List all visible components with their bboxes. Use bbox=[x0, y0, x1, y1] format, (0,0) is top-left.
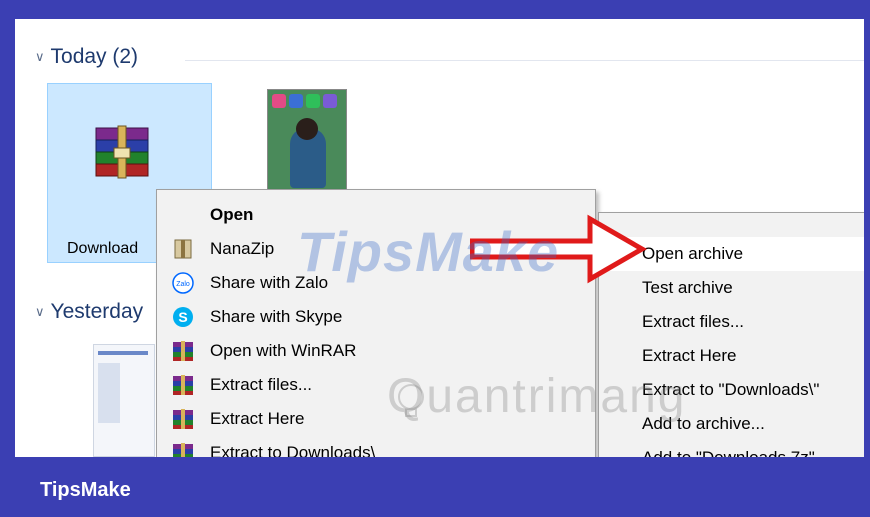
submenu-item-add-to-archive[interactable]: Add to archive... bbox=[599, 407, 864, 441]
group-label: Yesterday bbox=[50, 300, 144, 323]
menu-item-label: Open with WinRAR bbox=[210, 341, 357, 360]
winrar-icon bbox=[173, 375, 193, 395]
app-icon bbox=[323, 94, 337, 108]
menu-item-label: NanaZip bbox=[210, 239, 275, 258]
submenu-item-label: Extract Here bbox=[642, 346, 737, 365]
group-header-today[interactable]: ∨ Today (2) bbox=[35, 45, 138, 69]
submenu-item-extract-files[interactable]: Extract files... bbox=[599, 305, 864, 339]
thumb-panel bbox=[98, 363, 120, 423]
app-icon bbox=[306, 94, 320, 108]
winrar-icon bbox=[173, 341, 193, 361]
menu-item-extract-files[interactable]: Extract files... bbox=[157, 368, 595, 402]
footer-bar: TipsMake bbox=[0, 457, 870, 517]
zalo-icon: Zalo bbox=[172, 272, 194, 294]
nanazip-icon bbox=[174, 239, 192, 259]
menu-item-open-with-winrar[interactable]: Open with WinRAR bbox=[157, 334, 595, 368]
svg-text:Zalo: Zalo bbox=[176, 281, 190, 288]
submenu-item-label: Add to archive... bbox=[642, 414, 765, 433]
menu-item-label: Extract Here bbox=[210, 409, 305, 428]
thumb-bar bbox=[98, 351, 148, 355]
screenshot-thumbnail[interactable] bbox=[93, 344, 155, 457]
app-icon bbox=[289, 94, 303, 108]
winrar-archive-icon bbox=[95, 125, 149, 179]
submenu-item-label: Test archive bbox=[642, 278, 733, 297]
submenu-item-extract-here[interactable]: Extract Here bbox=[599, 339, 864, 373]
submenu-item-extract-to-downloads[interactable]: Extract to "Downloads\" bbox=[599, 373, 864, 407]
app-icon bbox=[272, 94, 286, 108]
submenu-item-label: Extract to "Downloads\" bbox=[642, 380, 820, 399]
menu-item-extract-to-downloads[interactable]: Extract to Downloads\ bbox=[157, 436, 595, 457]
group-label: Today (2) bbox=[50, 45, 139, 68]
app-icons-strip bbox=[270, 92, 346, 112]
submenu-item-label: Extract files... bbox=[642, 312, 745, 331]
svg-text:S: S bbox=[178, 309, 187, 325]
chevron-down-icon[interactable]: ∨ bbox=[35, 304, 45, 320]
winrar-icon bbox=[173, 443, 193, 457]
submenu-item-label: Open archive bbox=[642, 244, 744, 263]
group-header-yesterday[interactable]: ∨ Yesterday bbox=[35, 300, 143, 324]
menu-item-label: Share with Zalo bbox=[210, 273, 329, 292]
red-arrow-icon bbox=[470, 214, 648, 284]
menu-item-label: Share with Skype bbox=[210, 307, 343, 326]
group-divider bbox=[185, 60, 864, 61]
winrar-icon bbox=[173, 409, 193, 429]
image-thumbnail[interactable] bbox=[267, 89, 347, 199]
chevron-down-icon[interactable]: ∨ bbox=[35, 49, 45, 65]
explorer-window: ∨ Today (2) Download ∨ Yesterday Open Na… bbox=[15, 19, 864, 457]
file-label[interactable]: Download bbox=[67, 240, 138, 258]
menu-item-extract-here[interactable]: Extract Here bbox=[157, 402, 595, 436]
menu-item-label: Open bbox=[210, 205, 254, 224]
menu-item-label: Extract to Downloads\ bbox=[210, 443, 376, 457]
menu-item-label: Extract files... bbox=[210, 375, 313, 394]
submenu-item-add-to-7z[interactable]: Add to "Downloads.7z" bbox=[599, 441, 864, 457]
footer-brand: TipsMake bbox=[40, 479, 131, 501]
submenu-item-label: Add to "Downloads.7z" bbox=[642, 448, 815, 457]
skype-icon: S bbox=[173, 307, 193, 327]
person-head bbox=[296, 118, 318, 140]
menu-item-share-skype[interactable]: S Share with Skype bbox=[157, 300, 595, 334]
lightbulb-icon bbox=[398, 384, 424, 417]
